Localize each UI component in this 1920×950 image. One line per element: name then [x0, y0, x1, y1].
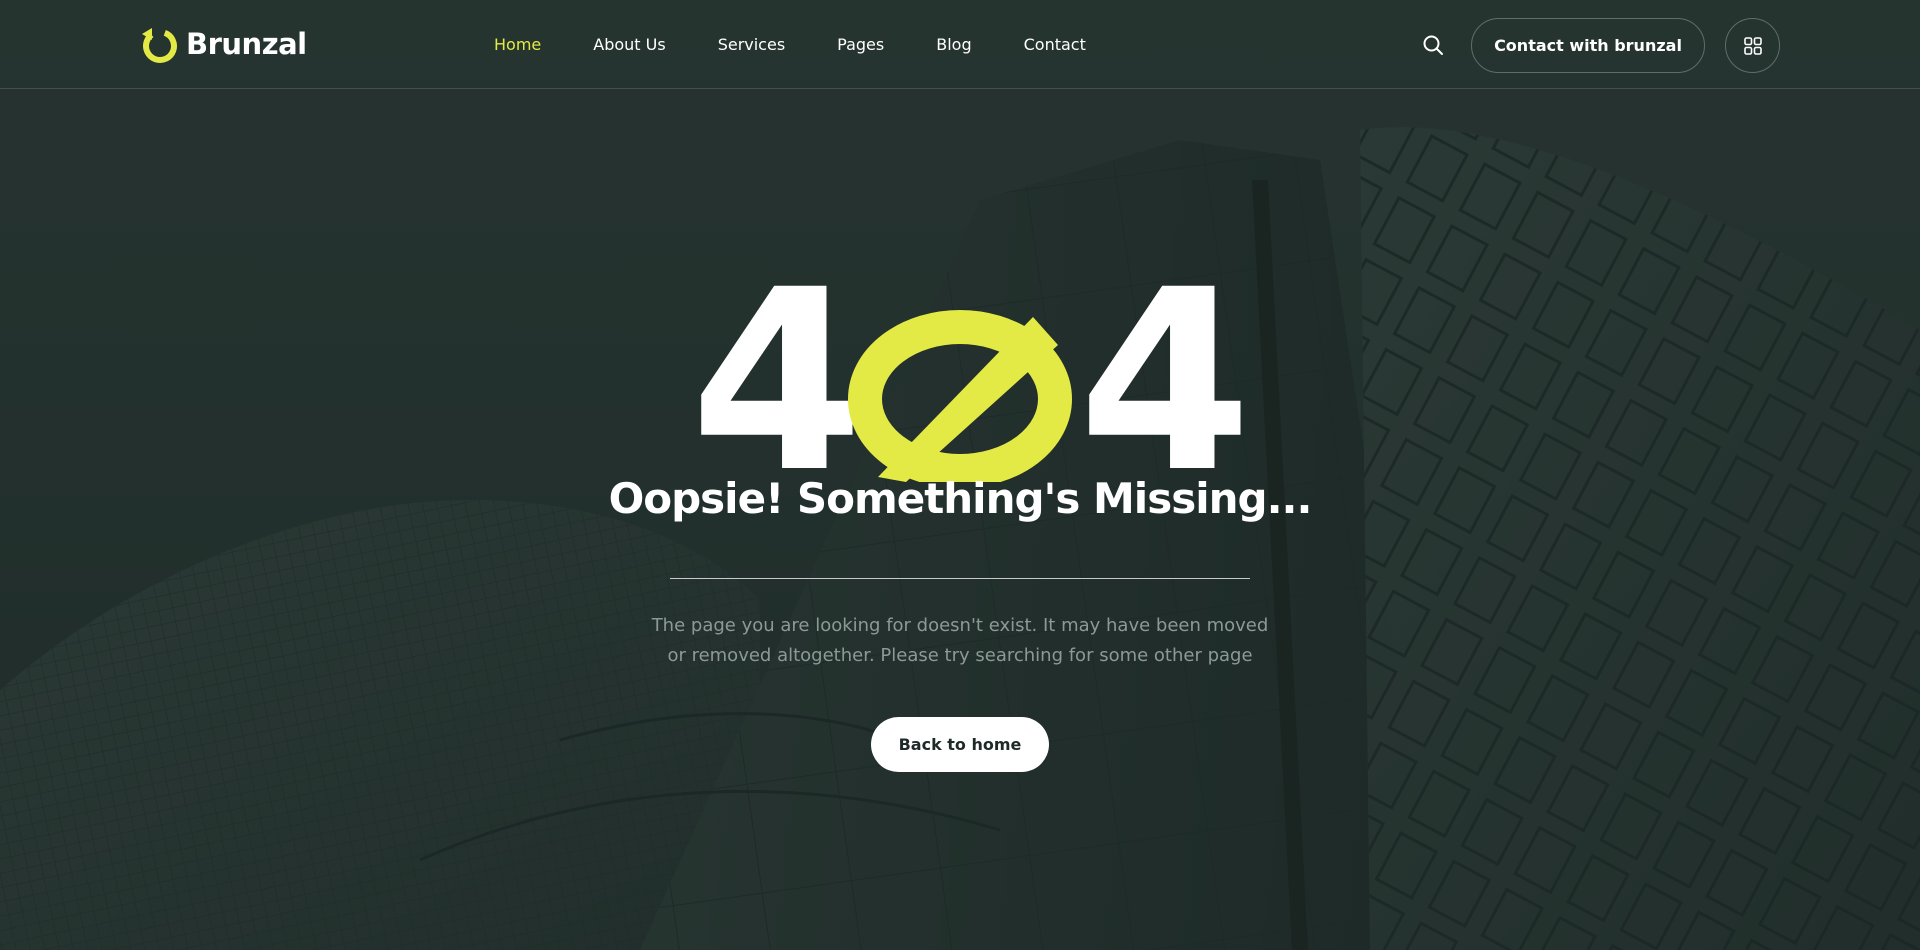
error-digit-right: 4	[1078, 236, 1252, 527]
back-to-home-button[interactable]: Back to home	[871, 717, 1049, 772]
error-page: Brunzal Home About Us Services Pages Blo…	[0, 0, 1920, 950]
error-heading: Oopsie! Something's Missing...	[608, 474, 1313, 523]
nav-item-about-us[interactable]: About Us	[593, 35, 665, 54]
refresh-ring-icon	[142, 28, 177, 63]
contact-button[interactable]: Contact with brunzal	[1471, 18, 1705, 73]
nav-item-services[interactable]: Services	[718, 35, 785, 54]
search-icon	[1423, 35, 1443, 55]
menu-button[interactable]	[1725, 18, 1780, 73]
nav-item-home[interactable]: Home	[494, 35, 541, 54]
divider	[670, 578, 1250, 579]
error-hero: 4 4 Oopsie! Something's Missing... The p…	[0, 89, 1920, 950]
site-header: Brunzal Home About Us Services Pages Blo…	[0, 0, 1920, 89]
nav-item-blog[interactable]: Blog	[936, 35, 971, 54]
broken-zero-icon	[848, 310, 1072, 482]
brand-logo[interactable]: Brunzal	[140, 24, 307, 64]
main-nav: Home About Us Services Pages Blog Contac…	[494, 0, 1138, 89]
grid-icon	[1743, 36, 1762, 55]
nav-item-pages[interactable]: Pages	[837, 35, 884, 54]
brand-name: Brunzal	[186, 27, 307, 61]
search-button[interactable]	[1421, 33, 1445, 57]
error-description: The page you are looking for doesn't exi…	[651, 615, 1269, 666]
nav-item-contact[interactable]: Contact	[1024, 35, 1086, 54]
error-digit-left: 4	[690, 236, 864, 527]
